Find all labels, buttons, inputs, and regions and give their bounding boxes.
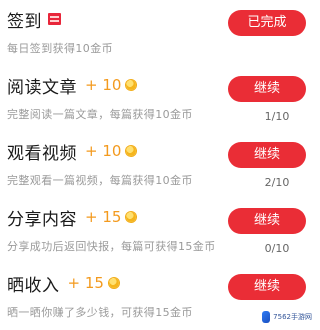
task-watch-video: 观看视频 + 10 完整观看一篇视频，每篇获得10金币 继续 2/10 — [0, 132, 316, 198]
coin-icon — [126, 80, 137, 90]
task-progress: 0/10 — [264, 242, 290, 255]
task-name: 观看视频 — [7, 143, 77, 164]
reward-amount: + 15 — [85, 208, 122, 226]
gift-icon — [48, 13, 61, 25]
task-name: 晒收入 — [7, 275, 60, 296]
task-description: 每日签到获得10金币 — [7, 42, 113, 55]
completed-button[interactable]: 已完成 — [228, 10, 306, 36]
task-title: 签到 — [7, 8, 61, 32]
task-description: 完整阅读一篇文章，每篇获得10金币 — [7, 108, 193, 121]
task-description: 完整观看一篇视频，每篇获得10金币 — [7, 174, 193, 187]
task-title: 观看视频 + 10 — [7, 140, 137, 164]
task-name: 阅读文章 — [7, 77, 77, 98]
coin-icon — [126, 212, 137, 222]
task-share-content: 分享内容 + 15 分享成功后返回快报，每篇可获得15金币 继续 0/10 — [0, 198, 316, 264]
watermark-logo-icon — [262, 311, 271, 323]
coin-icon — [108, 278, 119, 288]
task-sign-in: 签到 每日签到获得10金币 已完成 — [0, 0, 316, 66]
task-title: 分享内容 + 15 — [7, 206, 137, 230]
continue-button[interactable]: 继续 — [228, 274, 306, 300]
task-read-article: 阅读文章 + 10 完整阅读一篇文章，每篇获得10金币 继续 1/10 — [0, 66, 316, 132]
watermark-text: 7562手游网 — [273, 313, 312, 321]
task-name: 分享内容 — [7, 209, 77, 230]
task-description: 晒一晒你赚了多少钱，可获得15金币 — [7, 306, 193, 319]
continue-button[interactable]: 继续 — [228, 208, 306, 234]
continue-button[interactable]: 继续 — [228, 76, 306, 102]
task-title: 阅读文章 + 10 — [7, 74, 137, 98]
task-title: 晒收入 + 15 — [7, 272, 119, 296]
task-progress: 2/10 — [264, 176, 290, 189]
reward-amount: + 15 — [67, 274, 104, 292]
reward-amount: + 10 — [85, 76, 122, 94]
watermark: 7562手游网 — [260, 308, 312, 326]
coin-icon — [126, 146, 137, 156]
continue-button[interactable]: 继续 — [228, 142, 306, 168]
task-description: 分享成功后返回快报，每篇可获得15金币 — [7, 240, 216, 253]
task-name: 签到 — [7, 11, 42, 32]
task-progress: 1/10 — [264, 110, 290, 123]
reward-amount: + 10 — [85, 142, 122, 160]
